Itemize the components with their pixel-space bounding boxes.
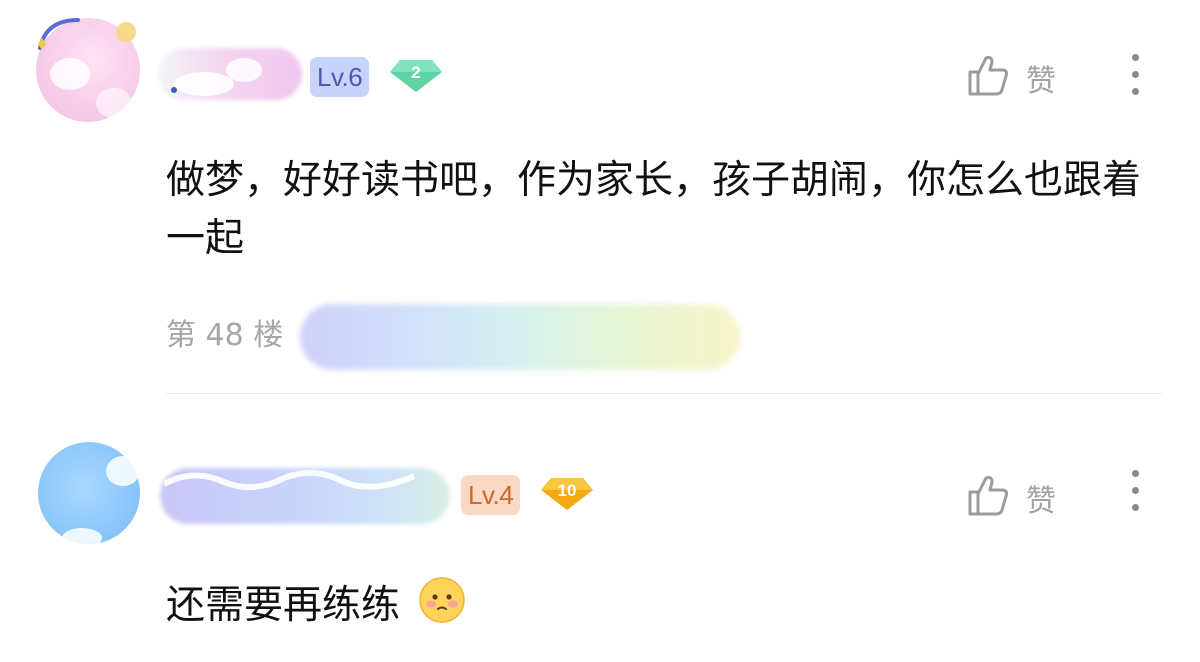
- floor-info-blurred: [300, 304, 740, 370]
- thumbs-up-icon: [968, 476, 1008, 516]
- more-vertical-icon: [1132, 470, 1139, 477]
- avatar-decoration: [62, 528, 102, 544]
- comment-text: 做梦，好好读书吧，作为家长，孩子胡闹，你怎么也跟着一起: [166, 158, 1142, 261]
- comment-item: Lv.6 2 赞 做梦，好好读书吧，作为家长，孩子胡闹，你怎么也跟着一起 第 4…: [0, 0, 1200, 400]
- level-badge: Lv.4: [461, 475, 521, 515]
- avatar-decoration: [96, 88, 132, 118]
- blushing-face-emoji-icon: [419, 577, 466, 623]
- more-options-button[interactable]: [1126, 468, 1146, 516]
- divider: [166, 393, 1162, 394]
- avatar[interactable]: [38, 442, 140, 544]
- username-sticker-icon: [171, 58, 262, 96]
- username-sticker-icon: [164, 469, 416, 491]
- floor-number: 第 48 楼: [166, 318, 284, 353]
- comment-text-content: 还需要再练练: [166, 583, 401, 628]
- gem-count: 2: [411, 63, 421, 82]
- like-label: 赞: [1026, 484, 1056, 519]
- fan-gem-badge: 2: [390, 58, 442, 94]
- gem-count: 10: [557, 481, 577, 500]
- level-badge: Lv.6: [310, 57, 370, 97]
- comment-text: 还需要再练练: [166, 576, 1066, 635]
- fan-gem-badge: 10: [541, 476, 593, 512]
- comment-list: Lv.6 2 赞 做梦，好好读书吧，作为家长，孩子胡闹，你怎么也跟着一起 第 4…: [0, 0, 1200, 662]
- avatar-decoration: [106, 456, 140, 486]
- like-label: 赞: [1026, 64, 1056, 99]
- avatar-frame-icon: [38, 18, 136, 50]
- comment-item: Lv.4 10 还需要再练练: [0, 420, 1200, 662]
- thumbs-up-icon: [968, 56, 1008, 96]
- more-options-button[interactable]: [1126, 52, 1146, 100]
- more-vertical-icon: [1132, 54, 1139, 61]
